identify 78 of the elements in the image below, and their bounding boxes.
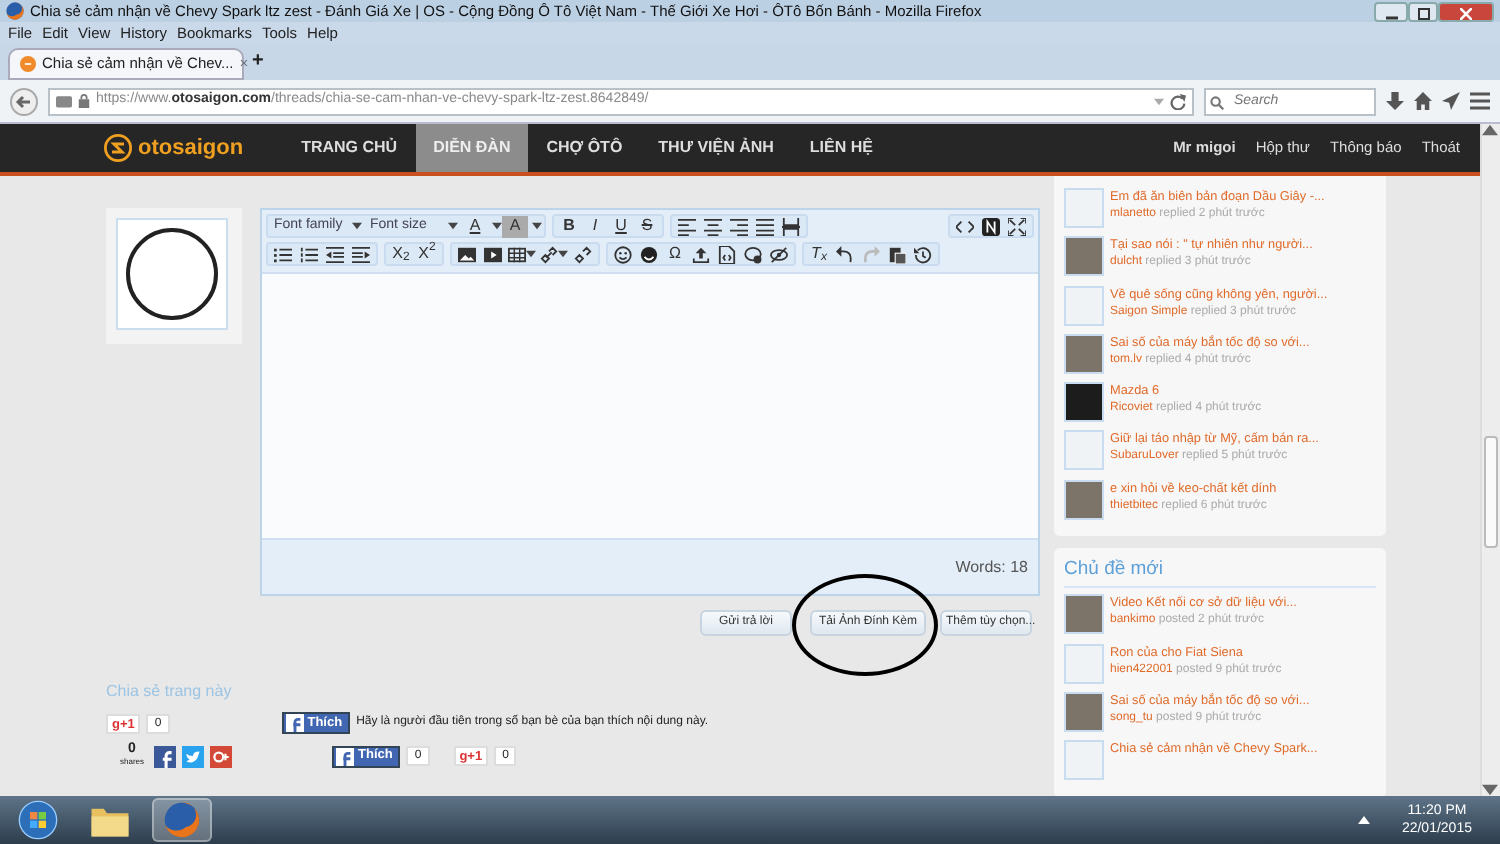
format-button[interactable]: U xyxy=(608,215,634,237)
format-button[interactable]: X$^{2}$ xyxy=(414,243,440,265)
start-button[interactable] xyxy=(18,800,58,840)
nav-item[interactable]: TRANG CHỦ xyxy=(283,124,416,172)
format-button[interactable]: Ω xyxy=(662,243,688,265)
close-button[interactable] xyxy=(1438,1,1494,21)
logo-icon[interactable] xyxy=(982,217,1000,235)
align-center-icon[interactable] xyxy=(704,217,722,235)
align-left-icon[interactable] xyxy=(678,217,696,235)
format-button[interactable]: X$_{2}$ xyxy=(388,243,414,265)
facebook-icon xyxy=(285,714,304,732)
nav-item[interactable]: CHỢ ÔTÔ xyxy=(528,124,641,172)
fullscreen-icon[interactable] xyxy=(1008,217,1026,235)
caret-icon xyxy=(526,250,536,258)
page-break-icon[interactable] xyxy=(782,217,800,235)
new-tab-button[interactable]: + xyxy=(252,46,264,76)
undo-icon[interactable] xyxy=(836,245,854,263)
identity-icon xyxy=(56,94,72,108)
paste-icon[interactable] xyxy=(888,245,906,263)
site-favicon xyxy=(20,56,36,72)
maximize-button[interactable] xyxy=(1408,1,1438,21)
code-file-icon[interactable] xyxy=(718,245,736,263)
download-icon[interactable] xyxy=(1386,92,1404,110)
photo-placeholder[interactable] xyxy=(1064,382,1104,423)
logo-text[interactable]: otosaigon xyxy=(138,131,244,165)
panel-heading: Chủ đề mới xyxy=(1064,556,1376,589)
home-icon[interactable] xyxy=(1414,92,1432,110)
tray-arrow-icon[interactable] xyxy=(1357,816,1370,824)
image-icon[interactable] xyxy=(458,245,476,263)
restore-icon xyxy=(1417,8,1429,21)
link-icon[interactable] xyxy=(540,245,558,263)
facebook-share-icon[interactable] xyxy=(154,745,177,767)
smiley-icon[interactable] xyxy=(614,245,632,263)
search-icon xyxy=(1210,95,1224,109)
thumbnail-placeholder[interactable] xyxy=(1064,430,1104,471)
menu-icon[interactable] xyxy=(1470,92,1490,110)
outdent-icon[interactable] xyxy=(326,245,344,263)
numbered-list-icon[interactable] xyxy=(300,245,318,263)
scrollbar-thumb[interactable] xyxy=(1484,436,1498,548)
thumbnail-placeholder[interactable] xyxy=(1064,643,1104,684)
back-icon[interactable] xyxy=(10,87,38,115)
send-icon[interactable] xyxy=(1442,92,1460,110)
eye-slash-icon[interactable] xyxy=(770,245,788,263)
format-button[interactable]: B xyxy=(556,215,582,237)
thumbnail-placeholder[interactable] xyxy=(1064,740,1104,781)
reload-icon[interactable] xyxy=(1170,93,1186,109)
close-icon xyxy=(1460,8,1472,21)
share-heading: Chia sẻ trang này xyxy=(106,680,234,704)
format-button[interactable]: S xyxy=(634,215,660,237)
lock-icon xyxy=(78,94,90,108)
nav-item[interactable]: LIÊN HỆ xyxy=(791,124,891,172)
align-right-icon[interactable] xyxy=(730,217,748,235)
list-icon[interactable] xyxy=(274,245,292,263)
unlink-icon[interactable] xyxy=(574,245,592,263)
media-icon[interactable] xyxy=(484,245,502,263)
upload-icon[interactable] xyxy=(692,245,710,263)
indent-icon[interactable] xyxy=(352,245,370,263)
table-icon[interactable] xyxy=(508,245,526,263)
emoji-icon[interactable] xyxy=(640,245,658,263)
speech-bubble-icon[interactable] xyxy=(744,245,762,263)
thumbnail-placeholder[interactable] xyxy=(1064,188,1104,228)
facebook-icon xyxy=(336,747,355,765)
folder-icon[interactable] xyxy=(90,803,130,837)
scrollbar[interactable] xyxy=(1480,124,1500,796)
minimize-button[interactable] xyxy=(1374,1,1408,21)
google-plus-share-icon[interactable] xyxy=(210,745,233,767)
format-button[interactable]: T$_{x}$ xyxy=(806,243,832,265)
code-icon[interactable] xyxy=(956,217,974,235)
nav-item[interactable]: THƯ VIỆN ẢNH xyxy=(640,124,792,172)
firefox-icon xyxy=(6,2,24,20)
justify-icon[interactable] xyxy=(756,217,774,235)
thumbnail-placeholder[interactable] xyxy=(1064,285,1104,326)
history-icon[interactable] xyxy=(914,245,932,263)
logo-icon xyxy=(104,134,132,162)
caret-icon xyxy=(558,250,568,258)
word-count: Words: 18 xyxy=(955,555,1028,579)
format-button[interactable]: I xyxy=(582,215,608,237)
avatar-placeholder xyxy=(116,218,228,330)
